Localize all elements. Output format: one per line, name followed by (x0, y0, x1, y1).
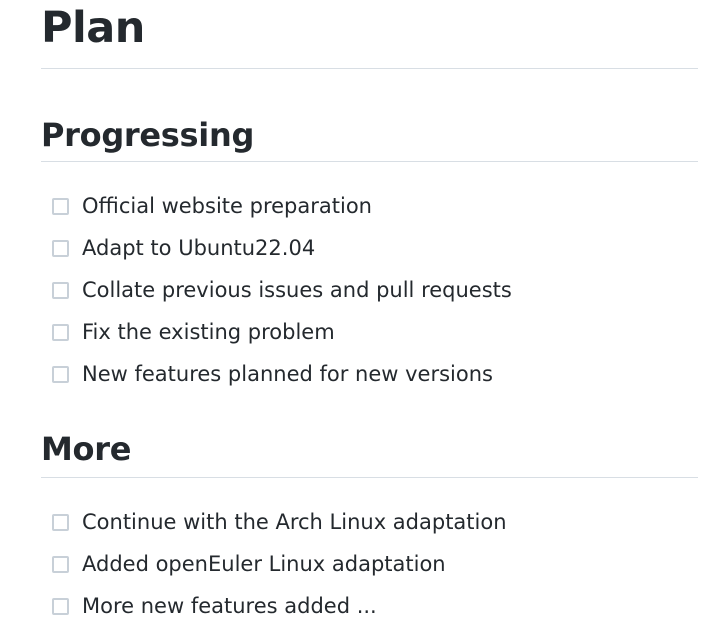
task-item: Adapt to Ubuntu22.04 (52, 227, 698, 269)
task-label: Added openEuler Linux adaptation (82, 552, 446, 576)
task-label: New features planned for new versions (82, 362, 493, 386)
task-label: Official website preparation (82, 194, 372, 218)
task-checkbox[interactable] (52, 365, 69, 383)
task-checkbox[interactable] (52, 239, 69, 257)
task-label: Collate previous issues and pull request… (82, 278, 512, 302)
page-title: Plan (41, 0, 698, 69)
section-more: More Continue with the Arch Linux adapta… (41, 425, 698, 627)
task-item: Continue with the Arch Linux adaptation (52, 501, 698, 543)
task-item: Collate previous issues and pull request… (52, 269, 698, 311)
section-heading-more: More (41, 425, 698, 478)
task-label: More new features added ... (82, 594, 377, 618)
task-checkbox[interactable] (52, 513, 69, 531)
task-list-progressing: Official website preparation Adapt to Ub… (41, 185, 698, 395)
section-heading-progressing: Progressing (41, 109, 698, 162)
task-checkbox[interactable] (52, 323, 69, 341)
task-checkbox[interactable] (52, 197, 69, 215)
task-label: Adapt to Ubuntu22.04 (82, 236, 316, 260)
section-progressing: Progressing Official website preparation… (41, 109, 698, 395)
task-checkbox[interactable] (52, 597, 69, 615)
task-checkbox[interactable] (52, 555, 69, 573)
task-list-more: Continue with the Arch Linux adaptation … (41, 501, 698, 627)
task-checkbox[interactable] (52, 281, 69, 299)
task-label: Continue with the Arch Linux adaptation (82, 510, 507, 534)
task-item: Added openEuler Linux adaptation (52, 543, 698, 585)
task-item: Official website preparation (52, 185, 698, 227)
task-item: More new features added ... (52, 585, 698, 627)
task-item: New features planned for new versions (52, 353, 698, 395)
task-item: Fix the existing problem (52, 311, 698, 353)
task-label: Fix the existing problem (82, 320, 335, 344)
document: Plan Progressing Official website prepar… (41, 0, 698, 627)
